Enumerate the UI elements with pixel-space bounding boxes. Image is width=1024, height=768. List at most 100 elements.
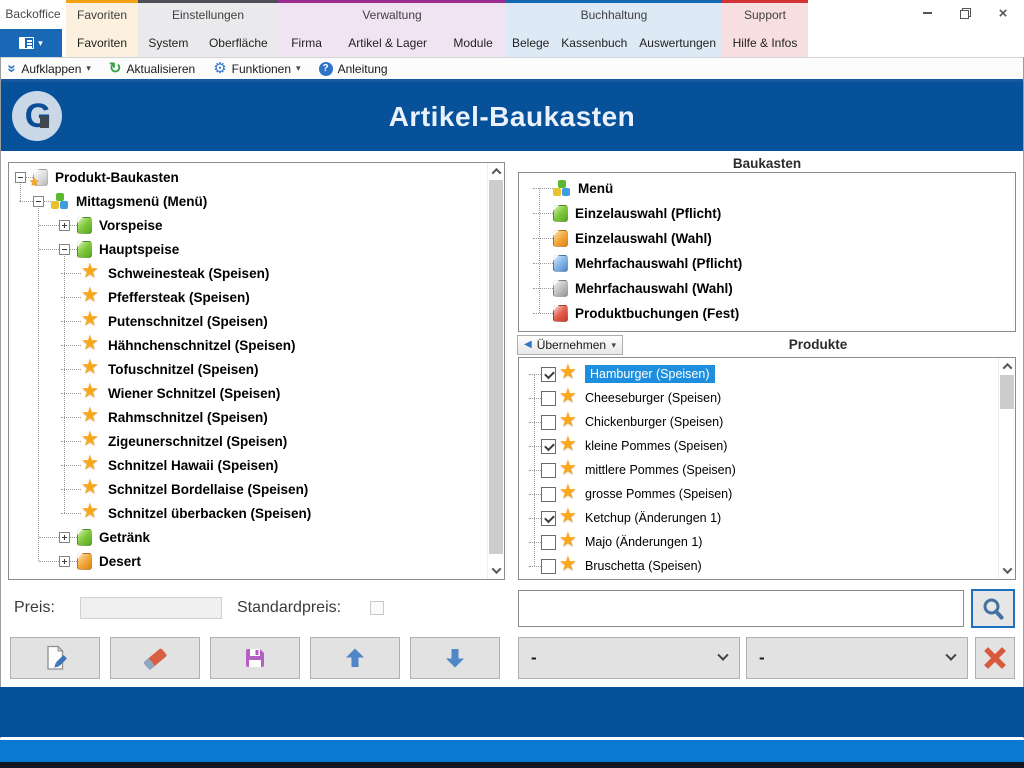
produkt-item[interactable]: Hamburger (Speisen) [519,362,1015,386]
tree-item[interactable]: Hähnchenschnitzel (Speisen) [9,333,504,357]
scroll-down-icon[interactable] [1002,564,1012,574]
dropdown-1[interactable]: - [518,637,740,679]
tree-item-label: Tofuschnitzel (Speisen) [108,362,259,377]
produkt-checkbox[interactable] [541,487,556,502]
standardpreis-checkbox[interactable] [370,601,384,615]
tree-item[interactable]: Schnitzel überbacken (Speisen) [9,501,504,525]
ribbon-group-einstellungen[interactable]: Einstellungen [138,0,278,29]
toolbar-funktionen-button[interactable]: ⚙Funktionen▾ [213,61,300,76]
ribbon-group-favoriten[interactable]: Favoriten [66,0,138,29]
tree-item[interactable]: Tofuschnitzel (Speisen) [9,357,504,381]
produkt-checkbox[interactable] [541,535,556,550]
close-icon[interactable]: × [996,6,1010,20]
app-menu-button[interactable]: ▾ [0,29,62,57]
produkt-checkbox[interactable] [541,367,556,382]
produkte-scrollbar[interactable] [998,358,1015,579]
tree-item[interactable]: Pfeffersteak (Speisen) [9,285,504,309]
produkt-checkbox[interactable] [541,391,556,406]
tree-item[interactable]: Mittagsmenü (Menü) [9,189,504,213]
expand-icon[interactable] [59,532,70,543]
baukasten-item[interactable]: Mehrfachauswahl (Pflicht) [519,251,1015,276]
baukasten-item[interactable]: Einzelauswahl (Wahl) [519,226,1015,251]
ribbon-item-system[interactable]: System [144,36,192,50]
produkt-item[interactable]: mittlere Pommes (Speisen) [519,458,1015,482]
collapse-icon[interactable] [33,196,44,207]
baukasten-item[interactable]: Einzelauswahl (Pflicht) [519,201,1015,226]
produkt-item[interactable]: kleine Pommes (Speisen) [519,434,1015,458]
tab-backoffice[interactable]: Backoffice [0,0,66,29]
ribbon-item-module[interactable]: Module [449,36,496,50]
tree-item[interactable]: Produkt-Baukasten [9,165,504,189]
ribbon-group-verwaltung[interactable]: Verwaltung [278,0,506,29]
ribbon-item-hilfe-infos[interactable]: Hilfe & Infos [729,36,802,50]
produkt-item[interactable]: Cheeseburger (Speisen) [519,386,1015,410]
ribbon-item-favoriten[interactable]: Favoriten [73,36,131,50]
scroll-down-icon[interactable] [491,564,501,574]
tree-item[interactable]: Vorspeise [9,213,504,237]
search-button[interactable] [971,589,1015,628]
toolbar-aufklappen-button[interactable]: »Aufklappen▾ [8,61,91,76]
tree-item[interactable]: Rahmschnitzel (Speisen) [9,405,504,429]
produkt-checkbox[interactable] [541,415,556,430]
tree-item[interactable]: Zigeunerschnitzel (Speisen) [9,429,504,453]
new-document-button[interactable] [10,637,100,679]
save-button[interactable] [210,637,300,679]
restore-icon[interactable] [958,6,972,20]
ribbon-item-oberfläche[interactable]: Oberfläche [205,36,272,50]
tree-item[interactable]: Schweinesteak (Speisen) [9,261,504,285]
clear-button[interactable] [975,637,1015,679]
produkt-item[interactable]: Ketchup (Änderungen 1) [519,506,1015,530]
baukasten-item[interactable]: Produktbuchungen (Fest) [519,301,1015,326]
ribbon-item-auswertungen[interactable]: Auswertungen [635,36,720,50]
produkt-checkbox[interactable] [541,463,556,478]
tree-item[interactable]: Putenschnitzel (Speisen) [9,309,504,333]
tree-item-label: Getränk [99,530,150,545]
produkt-checkbox[interactable] [541,439,556,454]
produkt-checkbox[interactable] [541,559,556,574]
minimize-icon[interactable] [920,6,934,20]
tree-item[interactable]: Schnitzel Hawaii (Speisen) [9,453,504,477]
expand-icon[interactable] [59,556,70,567]
search-input[interactable] [518,590,964,627]
apply-button[interactable]: ◀ Übernehmen ▾ [517,335,623,355]
ribbon-item-belege[interactable]: Belege [508,36,553,50]
produkt-item[interactable]: Bruschetta (Speisen) [519,554,1015,578]
scrollbar-thumb[interactable] [1000,375,1014,409]
baukasten-item[interactable]: Mehrfachauswahl (Wahl) [519,276,1015,301]
ribbon-item-firma[interactable]: Firma [287,36,326,50]
star-icon [81,455,101,475]
produkt-item[interactable]: Chickenburger (Speisen) [519,410,1015,434]
toolbar-anleitung-button[interactable]: ?Anleitung [319,62,388,76]
produkt-item[interactable]: Majo (Änderungen 1) [519,530,1015,554]
tree-item[interactable]: Getränk [9,525,504,549]
preis-input[interactable] [80,597,222,619]
eraser-button[interactable] [110,637,200,679]
tree-item[interactable]: Hauptspeise [9,237,504,261]
page-red-icon [553,305,568,322]
ribbon-group-support[interactable]: Support [722,0,808,29]
toolbar-aktualisieren-button[interactable]: ↻Aktualisieren [109,61,195,76]
arrow-up-button[interactable] [310,637,400,679]
scroll-up-icon[interactable] [1002,363,1012,373]
collapse-icon[interactable] [15,172,26,183]
produkt-item-label: Majo (Änderungen 1) [585,535,702,549]
ribbon-group-buchhaltung[interactable]: Buchhaltung [506,0,722,29]
ribbon-item-artikel-lager[interactable]: Artikel & Lager [344,36,431,50]
tree-item-label: Mittagsmenü (Menü) [76,194,207,209]
ribbon-item-kassenbuch[interactable]: Kassenbuch [557,36,631,50]
dropdown-2[interactable]: - [746,637,968,679]
arrow-down-button[interactable] [410,637,500,679]
scrollbar-thumb[interactable] [489,180,503,554]
produkt-item[interactable]: grosse Pommes (Speisen) [519,482,1015,506]
scroll-up-icon[interactable] [491,168,501,178]
collapse-icon[interactable] [59,244,70,255]
toolbar-label: Aufklappen [21,62,81,76]
produkt-checkbox[interactable] [541,511,556,526]
tree-item[interactable]: Desert [9,549,504,573]
tree-item[interactable]: Schnitzel Bordellaise (Speisen) [9,477,504,501]
tree-item-label: Zigeunerschnitzel (Speisen) [108,434,287,449]
baukasten-item[interactable]: Menü [519,176,1015,201]
tree-item[interactable]: Wiener Schnitzel (Speisen) [9,381,504,405]
tree-scrollbar[interactable] [487,163,504,579]
expand-icon[interactable] [59,220,70,231]
